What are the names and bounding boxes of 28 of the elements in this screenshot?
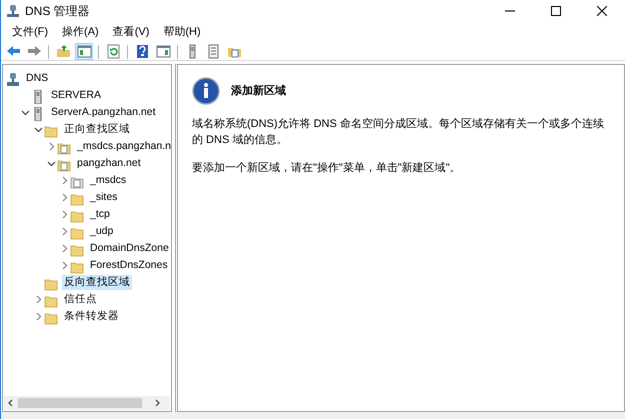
tree-item[interactable]: DNS bbox=[24, 71, 50, 86]
tree-item[interactable]: 信任点 bbox=[62, 292, 99, 307]
menu-item[interactable]: 文件(F) bbox=[5, 24, 56, 40]
tree-item[interactable]: _sites bbox=[88, 190, 120, 205]
tree-item[interactable]: SERVERA bbox=[49, 88, 103, 103]
tree-item[interactable]: _msdcs bbox=[88, 173, 128, 188]
tree-item[interactable]: pangzhan.net bbox=[75, 156, 143, 171]
tree-item[interactable]: _tcp bbox=[88, 207, 112, 222]
description-text: 域名称系统(DNS)允许将 DNS 命名空间分成区域。每个区域存储有关一个或多个连续的 DNS 域的信息。 bbox=[192, 116, 605, 148]
close-icon[interactable] bbox=[597, 6, 607, 16]
menu-item[interactable]: 查看(V) bbox=[106, 24, 156, 40]
horizontal-scrollbar[interactable] bbox=[4, 396, 170, 410]
section-heading: 添加新区域 bbox=[231, 84, 286, 99]
tree-item[interactable]: _udp bbox=[88, 224, 116, 239]
info-icon bbox=[192, 77, 220, 105]
tree-item[interactable]: 条件转发器 bbox=[62, 309, 121, 324]
dns-icon bbox=[6, 72, 20, 86]
description-text: 要添加一个新区域，请在"操作"菜单，单击"新建区域"。 bbox=[192, 160, 462, 176]
menu-item[interactable]: 帮助(H) bbox=[156, 24, 208, 40]
window-title: DNS 管理器 bbox=[25, 2, 90, 20]
tree-item[interactable]: 正向查找区域 bbox=[62, 122, 132, 137]
tree-item[interactable]: _msdcs.pangzhan.n bbox=[75, 139, 171, 154]
tree-item[interactable]: ServerA.pangzhan.net bbox=[49, 105, 158, 120]
tree-item[interactable]: ForestDnsZones bbox=[88, 258, 170, 273]
maximize-icon[interactable] bbox=[551, 6, 561, 16]
menu-item[interactable]: 操作(A) bbox=[55, 24, 106, 40]
tree-item[interactable]: 反向查找区域 bbox=[62, 275, 132, 290]
tree-item[interactable]: DomainDnsZone bbox=[88, 241, 171, 256]
